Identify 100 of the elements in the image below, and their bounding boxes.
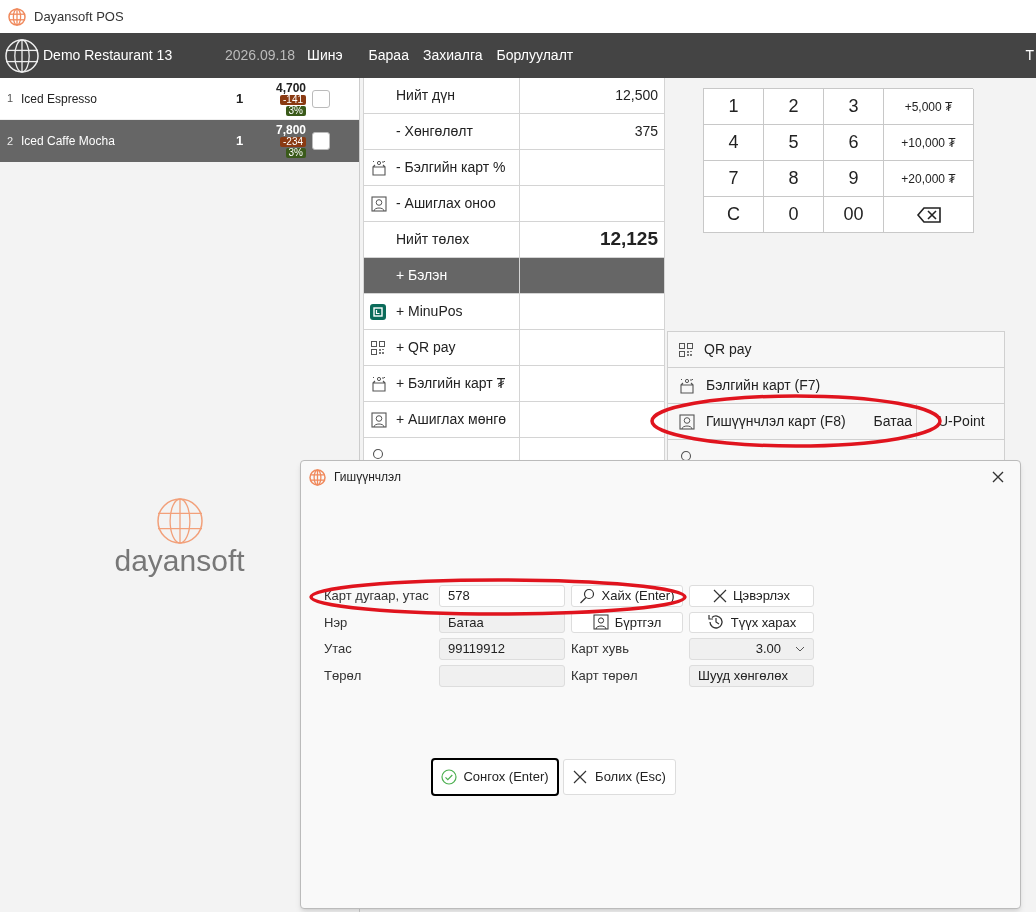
- payment-label: Нийт төлөх: [396, 230, 470, 249]
- payment-label: + QR pay: [396, 338, 456, 357]
- payment-row[interactable]: + MinuPos: [363, 294, 665, 330]
- keypad-key[interactable]: 4: [704, 125, 764, 161]
- checkbox[interactable]: [312, 89, 330, 108]
- person-card-icon: [678, 412, 696, 431]
- brand-wordmark: dayansoft: [114, 546, 245, 576]
- keypad-key[interactable]: +10,000 ₮: [884, 125, 974, 161]
- search-icon: [579, 587, 596, 604]
- member-name: Батаа: [873, 412, 912, 431]
- payment-label: - Хөнгөлөлт: [396, 122, 473, 141]
- gift-box-icon: [370, 374, 388, 393]
- payment-row[interactable]: Нийт дүн 12,500: [363, 78, 665, 114]
- app-logo-icon: [8, 7, 26, 26]
- person-card-icon: [370, 410, 388, 429]
- field-label: Карт дугаар, утас: [324, 587, 430, 605]
- clear-button[interactable]: Цэвэрлэх: [689, 585, 814, 607]
- backspace-key[interactable]: [884, 197, 974, 233]
- item-name: Iced Espresso: [21, 90, 99, 108]
- payment-value: 375: [634, 122, 658, 141]
- payment-value: 12,500: [615, 86, 658, 105]
- item-quantity: 1: [236, 89, 245, 108]
- item-quantity: 1: [236, 132, 245, 151]
- payment-row[interactable]: + Бэлгийн карт ₮: [363, 366, 665, 402]
- person-card-icon: [370, 194, 388, 213]
- keypad-key[interactable]: 00: [824, 197, 884, 233]
- payment-row[interactable]: - Бэлгийн карт %: [363, 150, 665, 186]
- percent-badge: 3%: [285, 105, 306, 116]
- field-label: Утас: [324, 640, 353, 659]
- input-field[interactable]: [439, 665, 565, 687]
- payment-label: + Ашиглах мөнгө: [396, 410, 507, 429]
- nav-link[interactable]: Захиалга: [422, 45, 483, 66]
- payment-row[interactable]: + QR pay: [363, 330, 665, 366]
- rate-dropdown[interactable]: 3.00: [689, 638, 814, 660]
- payment-option[interactable]: Бэлгийн карт (F7): [668, 368, 1004, 403]
- field-label: Төрөл: [324, 667, 363, 686]
- payment-label: + Бэлэн: [396, 266, 448, 285]
- payment-label: + MinuPos: [396, 302, 463, 321]
- nav-link[interactable]: Шинэ: [307, 45, 343, 66]
- payment-row[interactable]: - Хөнгөлөлт 375: [363, 114, 665, 150]
- percent-badge: 3%: [285, 148, 306, 158]
- person-card-icon: [592, 614, 609, 631]
- keypad-key[interactable]: 1: [704, 89, 764, 125]
- payment-row[interactable]: + Ашиглах мөнгө: [363, 402, 665, 438]
- gift-box-icon: [370, 158, 388, 177]
- keypad-key[interactable]: 0: [764, 197, 824, 233]
- nav-link[interactable]: Т: [1025, 45, 1034, 66]
- window-title: Dayansoft POS: [34, 7, 124, 26]
- keypad-key[interactable]: 5: [764, 125, 824, 161]
- option-label: QR pay: [704, 340, 752, 359]
- discount-badge: -234: [280, 137, 306, 147]
- brand-logo-icon: [156, 498, 203, 544]
- date-label: 2026.09.18: [225, 46, 296, 65]
- cancel-button[interactable]: Болих (Esc): [563, 759, 676, 795]
- dialog-title: Гишүүнчлэл: [334, 469, 401, 486]
- keypad-key[interactable]: 8: [764, 161, 824, 197]
- payment-option[interactable]: QR pay: [668, 332, 1004, 367]
- payment-label: - Ашиглах оноо: [396, 194, 496, 213]
- order-row[interactable]: 1 Iced Espresso 1 4,700 -141 3%: [0, 78, 359, 120]
- keypad-key[interactable]: 7: [704, 161, 764, 197]
- close-icon: [573, 770, 588, 784]
- history-icon: [706, 613, 725, 632]
- row-number: 2: [7, 133, 15, 149]
- qr-code-icon: [370, 339, 386, 356]
- item-name: Iced Caffe Mocha: [21, 133, 116, 150]
- checkbox[interactable]: [312, 132, 330, 150]
- input-field[interactable]: Шууд хөнгөлөх: [689, 665, 814, 687]
- nav-link[interactable]: Бараа: [368, 45, 409, 66]
- field-label: Карт хувь: [571, 640, 630, 659]
- keypad-key[interactable]: 9: [824, 161, 884, 197]
- backspace-icon: [915, 205, 942, 224]
- keypad-key[interactable]: +20,000 ₮: [884, 161, 974, 197]
- check-circle-icon: [441, 769, 458, 785]
- field-label: Нэр: [324, 613, 349, 632]
- register-button[interactable]: Бүртгэл: [571, 611, 683, 633]
- field-label: Карт төрөл: [571, 667, 639, 686]
- payment-row[interactable]: Нийт төлөх 12,125: [363, 222, 665, 258]
- keypad-key[interactable]: C: [704, 197, 764, 233]
- payment-label: + Бэлгийн карт ₮: [396, 374, 506, 393]
- payment-row[interactable]: + Бэлэн: [363, 258, 665, 294]
- input-field[interactable]: 99119912: [439, 638, 565, 660]
- payment-value: 12,125: [599, 227, 658, 252]
- restaurant-logo-icon: [5, 38, 39, 73]
- input-field[interactable]: 578: [439, 585, 565, 607]
- order-row[interactable]: 2 Iced Caffe Mocha 1 7,800 -234 3%: [0, 120, 359, 162]
- minupos-logo-icon: [370, 303, 386, 320]
- keypad-key[interactable]: 2: [764, 89, 824, 125]
- payment-row[interactable]: - Ашиглах оноо: [363, 186, 665, 222]
- select-button[interactable]: Сонгох (Enter): [431, 758, 559, 796]
- keypad-key[interactable]: 6: [824, 125, 884, 161]
- row-number: 1: [7, 91, 15, 107]
- gift-box-icon: [678, 376, 696, 395]
- chevron-down-icon: [795, 646, 805, 652]
- option-label: Гишүүнчлэл карт (F8): [706, 412, 846, 431]
- keypad-key[interactable]: 3: [824, 89, 884, 125]
- discount-badge: -141: [280, 94, 306, 105]
- keypad-key[interactable]: +5,000 ₮: [884, 89, 974, 125]
- history-button[interactable]: Түүх харах: [689, 611, 814, 633]
- nav-link[interactable]: Борлуулалт: [496, 45, 574, 66]
- close-icon: [992, 471, 1004, 483]
